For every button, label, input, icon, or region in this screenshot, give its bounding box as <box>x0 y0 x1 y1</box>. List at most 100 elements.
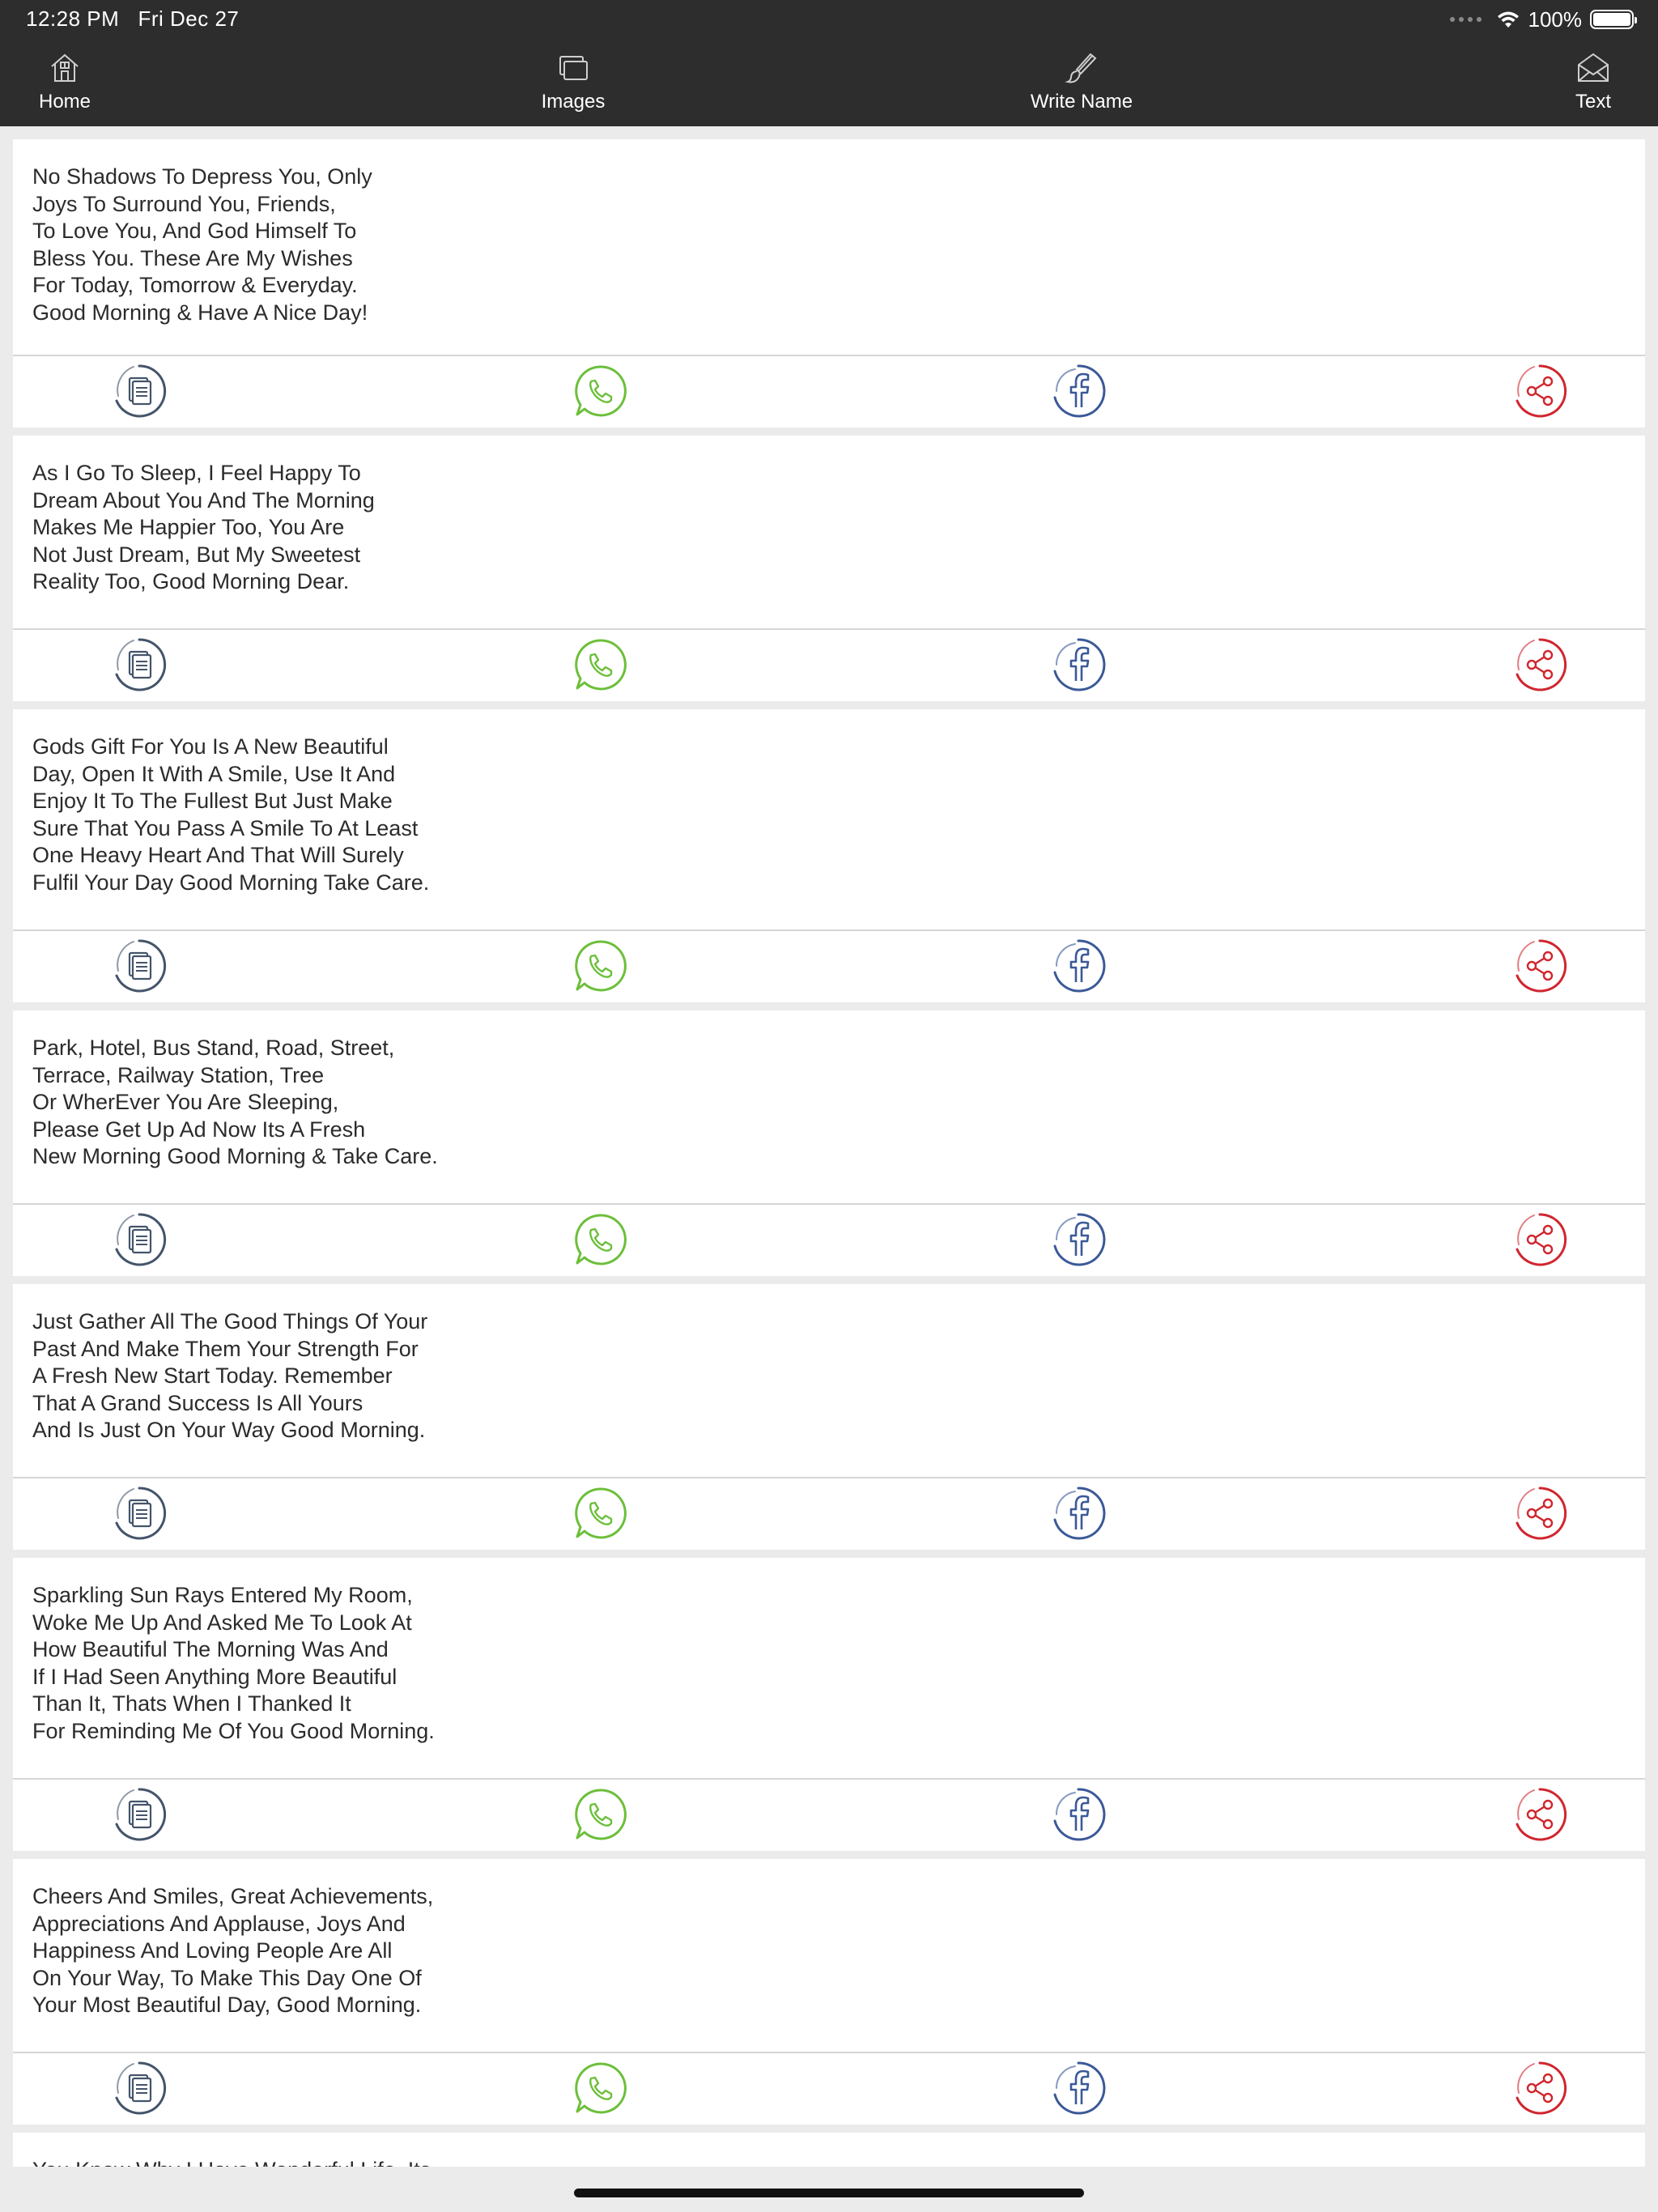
whatsapp-icon <box>575 940 627 992</box>
share-icon <box>1516 638 1567 691</box>
message-list[interactable]: No Shadows To Depress You, Only Joys To … <box>0 126 1658 2167</box>
nav-images-button[interactable]: Images <box>492 50 654 123</box>
whatsapp-share-button[interactable] <box>566 931 636 1001</box>
facebook-share-button[interactable] <box>1044 1478 1113 1548</box>
message-card: Sparkling Sun Rays Entered My Room, Woke… <box>13 1558 1645 1851</box>
message-actions <box>13 1478 1645 1548</box>
copy-button[interactable] <box>104 1205 174 1274</box>
message-card: Park, Hotel, Bus Stand, Road, Street, Te… <box>13 1010 1645 1276</box>
copy-icon <box>115 2061 167 2115</box>
whatsapp-icon <box>575 1487 627 1539</box>
share-button[interactable] <box>1505 931 1575 1001</box>
home-indicator[interactable] <box>574 2189 1084 2197</box>
share-button[interactable] <box>1505 630 1575 700</box>
status-time-date: 12:28 PM Fri Dec 27 <box>26 6 239 32</box>
share-icon <box>1516 1213 1567 1266</box>
copy-icon <box>115 939 167 993</box>
message-card: You Know Why I Have Wonderful Life, Its … <box>13 2133 1645 2167</box>
message-actions <box>13 630 1645 700</box>
message-card: Gods Gift For You Is A New Beautiful Day… <box>13 709 1645 1002</box>
facebook-icon <box>1053 364 1106 418</box>
brush-icon <box>1065 53 1097 83</box>
whatsapp-icon <box>575 1789 627 1840</box>
message-text: No Shadows To Depress You, Only Joys To … <box>32 164 372 325</box>
whatsapp-share-button[interactable] <box>566 630 636 700</box>
facebook-icon <box>1053 1213 1106 1266</box>
wifi-icon <box>1497 11 1519 28</box>
status-time: 12:28 PM <box>26 6 120 31</box>
message-actions <box>13 1205 1645 1274</box>
app-screen: 12:28 PM Fri Dec 27 100% Home Images Wri… <box>0 0 1658 2212</box>
message-text: As I Go To Sleep, I Feel Happy To Dream … <box>32 461 375 593</box>
envelope-icon <box>1578 53 1609 82</box>
whatsapp-share-button[interactable] <box>566 356 636 426</box>
facebook-share-button[interactable] <box>1044 1205 1113 1274</box>
images-icon <box>559 56 588 80</box>
top-bar: 12:28 PM Fri Dec 27 100% Home Images Wri… <box>0 0 1658 126</box>
facebook-icon <box>1053 1788 1106 1841</box>
nav-home-label: Home <box>38 91 91 113</box>
nav-text-button[interactable]: Text <box>1512 50 1658 123</box>
copy-button[interactable] <box>104 630 174 700</box>
copy-button[interactable] <box>104 931 174 1001</box>
whatsapp-share-button[interactable] <box>566 1780 636 1849</box>
copy-icon <box>115 1487 167 1540</box>
share-icon <box>1516 2061 1567 2115</box>
nav-write-name-button[interactable]: Write Name <box>1001 50 1163 123</box>
facebook-share-button[interactable] <box>1044 2053 1113 2123</box>
whatsapp-icon <box>575 2062 627 2114</box>
message-card: Cheers And Smiles, Great Achievements, A… <box>13 1859 1645 2125</box>
nav-images-label: Images <box>541 91 606 113</box>
whatsapp-icon <box>575 1214 627 1266</box>
battery-percentage: 100% <box>1528 6 1583 32</box>
share-button[interactable] <box>1505 2053 1575 2123</box>
facebook-share-button[interactable] <box>1044 630 1113 700</box>
message-text: Park, Hotel, Bus Stand, Road, Street, Te… <box>32 1036 438 1168</box>
copy-button[interactable] <box>104 2053 174 2123</box>
message-text: Just Gather All The Good Things Of Your … <box>32 1309 428 1442</box>
message-actions <box>13 356 1645 426</box>
copy-button[interactable] <box>104 1478 174 1548</box>
facebook-share-button[interactable] <box>1044 931 1113 1001</box>
share-icon <box>1516 939 1567 993</box>
facebook-icon <box>1053 1487 1106 1540</box>
share-icon <box>1516 1788 1567 1841</box>
share-icon <box>1516 364 1567 418</box>
message-card: Just Gather All The Good Things Of Your … <box>13 1284 1645 1550</box>
battery-icon <box>1590 10 1637 29</box>
message-card: As I Go To Sleep, I Feel Happy To Dream … <box>13 436 1645 701</box>
copy-icon <box>115 638 167 691</box>
copy-icon <box>115 364 167 418</box>
copy-button[interactable] <box>104 1780 174 1849</box>
copy-button[interactable] <box>104 356 174 426</box>
whatsapp-share-button[interactable] <box>566 1205 636 1274</box>
message-text: You Know Why I Have Wonderful Life, Its … <box>13 2133 1645 2167</box>
nav-home-button[interactable]: Home <box>0 50 146 123</box>
whatsapp-share-button[interactable] <box>566 1478 636 1548</box>
home-icon <box>51 53 79 82</box>
status-date: Fri Dec 27 <box>138 6 240 31</box>
facebook-share-button[interactable] <box>1044 1780 1113 1849</box>
message-actions <box>13 931 1645 1001</box>
share-icon <box>1516 1487 1567 1540</box>
whatsapp-icon <box>575 365 627 417</box>
facebook-share-button[interactable] <box>1044 356 1113 426</box>
message-text: Sparkling Sun Rays Entered My Room, Woke… <box>32 1583 435 1743</box>
whatsapp-icon <box>575 639 627 691</box>
facebook-icon <box>1053 638 1106 691</box>
share-button[interactable] <box>1505 1780 1575 1849</box>
message-actions <box>13 1780 1645 1849</box>
share-button[interactable] <box>1505 1205 1575 1274</box>
copy-icon <box>115 1213 167 1266</box>
message-text: Gods Gift For You Is A New Beautiful Day… <box>32 734 430 895</box>
share-button[interactable] <box>1505 1478 1575 1548</box>
message-text: Cheers And Smiles, Great Achievements, A… <box>32 1884 434 2017</box>
facebook-icon <box>1053 2061 1106 2115</box>
copy-icon <box>115 1788 167 1841</box>
signal-dots-icon <box>1449 17 1482 22</box>
message-card: No Shadows To Depress You, Only Joys To … <box>13 139 1645 428</box>
nav-write-name-label: Write Name <box>1030 91 1133 113</box>
share-button[interactable] <box>1505 356 1575 426</box>
facebook-icon <box>1053 939 1106 993</box>
whatsapp-share-button[interactable] <box>566 2053 636 2123</box>
